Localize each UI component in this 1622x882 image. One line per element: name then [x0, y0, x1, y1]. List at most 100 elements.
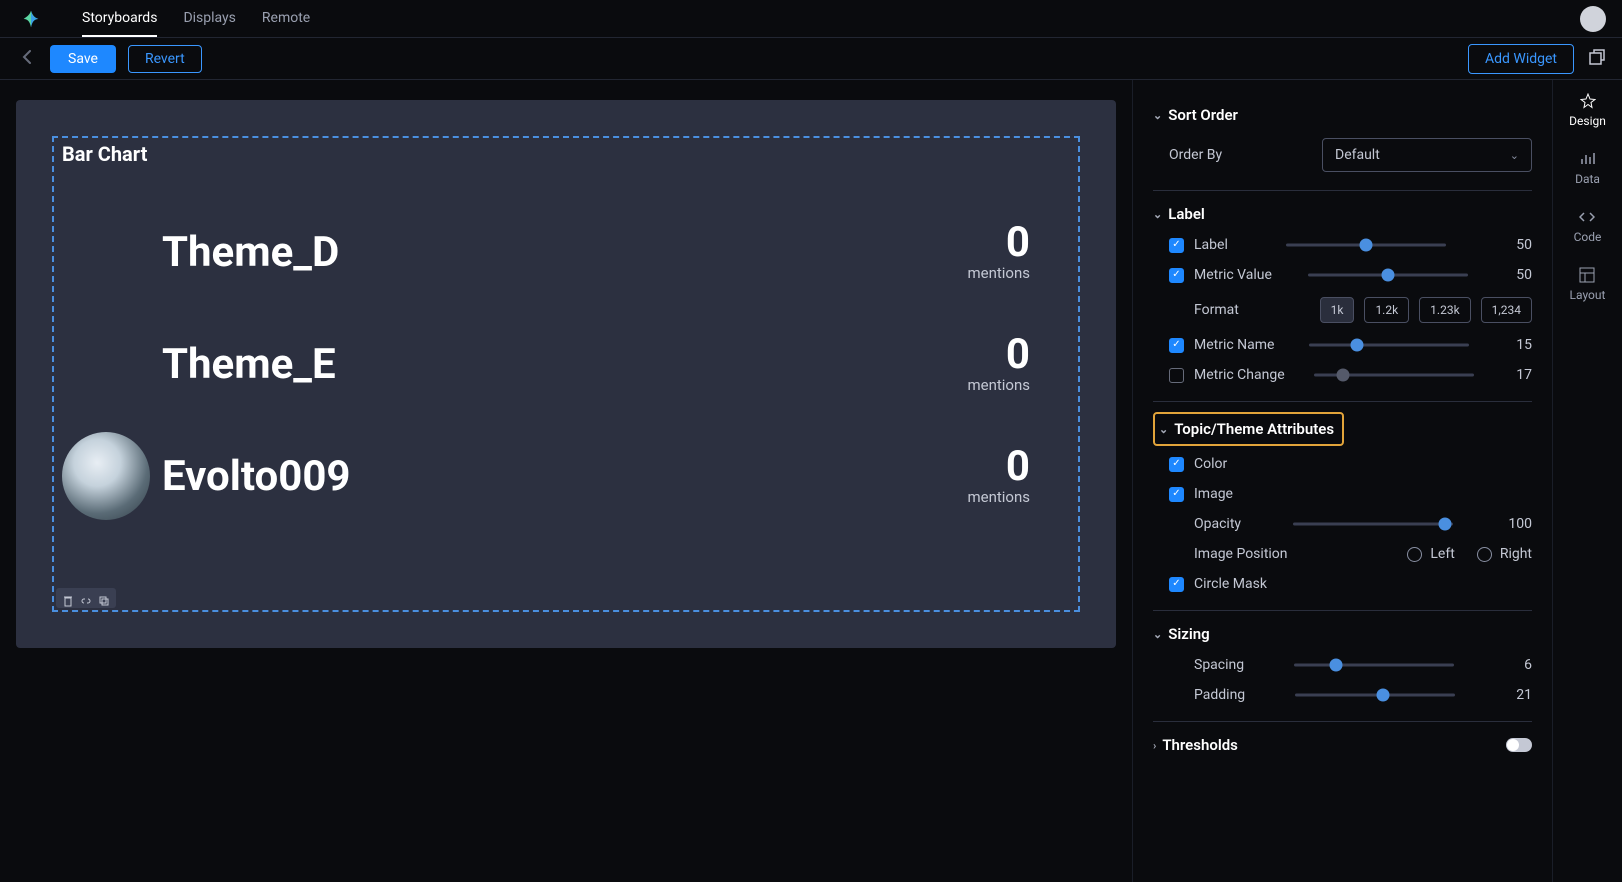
section-header-label[interactable]: ⌄ Label	[1153, 201, 1532, 227]
rail-label: Design	[1569, 114, 1606, 128]
chevron-down-icon: ⌄	[1159, 423, 1168, 436]
widget-action-bar	[56, 588, 116, 608]
chevron-down-icon: ⌄	[1153, 628, 1162, 641]
rail-data[interactable]: Data	[1575, 150, 1600, 186]
nav-remote[interactable]: Remote	[262, 0, 310, 37]
chevron-down-icon: ⌄	[1153, 208, 1162, 221]
image-pos-left-radio[interactable]	[1407, 547, 1422, 562]
label-checkbox[interactable]	[1169, 238, 1184, 253]
link-icon[interactable]	[80, 592, 92, 604]
select-value: Default	[1335, 147, 1380, 163]
data-icon	[1578, 150, 1596, 168]
design-icon	[1579, 92, 1597, 110]
storyboard-canvas[interactable]: Bar Chart Theme_D 0 mentions Theme_E	[16, 100, 1116, 648]
rail-design[interactable]: Design	[1569, 92, 1606, 128]
duplicate-icon[interactable]	[98, 592, 110, 604]
image-pos-right-radio[interactable]	[1477, 547, 1492, 562]
section-title: Sort Order	[1168, 106, 1238, 124]
image-pos-right-label: Right	[1500, 546, 1532, 562]
bar-chart-widget[interactable]: Bar Chart Theme_D 0 mentions Theme_E	[52, 136, 1080, 612]
metric-value-text: Metric Value	[1194, 267, 1272, 283]
order-by-label: Order By	[1169, 147, 1289, 163]
delete-icon[interactable]	[62, 592, 74, 604]
format-option-1k[interactable]: 1k	[1320, 297, 1355, 323]
app-logo	[20, 8, 42, 30]
metric-change-slider[interactable]	[1314, 368, 1474, 382]
chevron-down-icon: ⌄	[1153, 109, 1162, 122]
padding-value: 21	[1504, 687, 1532, 703]
circle-mask-label: Circle Mask	[1194, 576, 1267, 592]
section-header-topic-theme[interactable]: ⌄ Topic/Theme Attributes	[1153, 412, 1344, 446]
section-header-thresholds[interactable]: › Thresholds	[1153, 732, 1238, 758]
label-text: Label	[1194, 237, 1228, 253]
metric-name-checkbox[interactable]	[1169, 338, 1184, 353]
metric-name-text: Metric Name	[1194, 337, 1274, 353]
rail-label: Data	[1575, 172, 1600, 186]
chart-rows: Theme_D 0 mentions Theme_E 0 mentions	[62, 166, 1070, 506]
metric-value-value: 50	[1504, 267, 1532, 283]
metric-name-value: 15	[1504, 337, 1532, 353]
spacing-slider[interactable]	[1294, 658, 1454, 672]
chart-row: Theme_D 0 mentions	[162, 222, 1030, 282]
image-pos-left-label: Left	[1430, 546, 1454, 562]
rail-code[interactable]: Code	[1574, 208, 1602, 244]
spacing-value: 6	[1504, 657, 1532, 673]
metric-value-checkbox[interactable]	[1169, 268, 1184, 283]
save-button[interactable]: Save	[50, 45, 116, 73]
row-value: 0	[967, 446, 1030, 488]
color-label: Color	[1194, 456, 1227, 472]
nav-links: Storyboards Displays Remote	[82, 0, 310, 37]
row-unit: mentions	[967, 376, 1030, 394]
right-rail: Design Data Code Layout	[1552, 80, 1622, 882]
format-option-1234[interactable]: 1,234	[1481, 297, 1532, 323]
canvas-wrap: Bar Chart Theme_D 0 mentions Theme_E	[0, 80, 1132, 882]
chevron-down-icon: ⌄	[1510, 149, 1519, 162]
row-unit: mentions	[967, 488, 1030, 506]
fullscreen-icon[interactable]	[1588, 48, 1606, 70]
design-panel: ⌄ Sort Order Order By Default ⌄ ⌄ Label	[1132, 80, 1552, 882]
widget-title: Bar Chart	[62, 142, 1070, 166]
back-icon[interactable]	[16, 49, 38, 68]
section-title: Topic/Theme Attributes	[1174, 420, 1334, 438]
rail-label: Layout	[1570, 288, 1606, 302]
revert-button[interactable]: Revert	[128, 45, 202, 73]
section-sizing: ⌄ Sizing Spacing 6 Padding 21	[1153, 611, 1532, 722]
chevron-right-icon: ›	[1153, 739, 1156, 752]
format-option-1-23k[interactable]: 1.23k	[1419, 297, 1470, 323]
row-image	[62, 432, 150, 520]
section-title: Label	[1168, 205, 1205, 223]
rail-label: Code	[1574, 230, 1602, 244]
order-by-select[interactable]: Default ⌄	[1322, 138, 1532, 172]
section-header-sizing[interactable]: ⌄ Sizing	[1153, 621, 1532, 647]
chart-row: Theme_E 0 mentions	[162, 334, 1030, 394]
opacity-slider[interactable]	[1293, 517, 1453, 531]
metric-change-text: Metric Change	[1194, 367, 1285, 383]
color-checkbox[interactable]	[1169, 457, 1184, 472]
nav-storyboards[interactable]: Storyboards	[82, 0, 157, 37]
label-slider[interactable]	[1286, 238, 1446, 252]
section-header-sort-order[interactable]: ⌄ Sort Order	[1153, 102, 1532, 128]
rail-layout[interactable]: Layout	[1570, 266, 1606, 302]
metric-change-checkbox[interactable]	[1169, 368, 1184, 383]
format-option-1-2k[interactable]: 1.2k	[1364, 297, 1409, 323]
user-avatar[interactable]	[1580, 6, 1606, 32]
metric-name-slider[interactable]	[1309, 338, 1469, 352]
row-value: 0	[967, 334, 1030, 376]
circle-mask-checkbox[interactable]	[1169, 577, 1184, 592]
row-unit: mentions	[967, 264, 1030, 282]
nav-displays[interactable]: Displays	[183, 0, 235, 37]
metric-value-slider[interactable]	[1308, 268, 1468, 282]
section-sort-order: ⌄ Sort Order Order By Default ⌄	[1153, 92, 1532, 191]
label-value: 50	[1504, 237, 1532, 253]
padding-slider[interactable]	[1295, 688, 1455, 702]
main-area: Bar Chart Theme_D 0 mentions Theme_E	[0, 80, 1622, 882]
add-widget-button[interactable]: Add Widget	[1468, 44, 1574, 74]
image-checkbox[interactable]	[1169, 487, 1184, 502]
image-position-label: Image Position	[1194, 546, 1288, 562]
row-label: Evolto009	[162, 452, 351, 501]
section-label: ⌄ Label Label 50 Metric Value 50 Format	[1153, 191, 1532, 402]
spacing-label: Spacing	[1194, 657, 1244, 673]
code-icon	[1578, 208, 1596, 226]
thresholds-toggle[interactable]	[1506, 738, 1532, 752]
padding-label: Padding	[1194, 687, 1245, 703]
